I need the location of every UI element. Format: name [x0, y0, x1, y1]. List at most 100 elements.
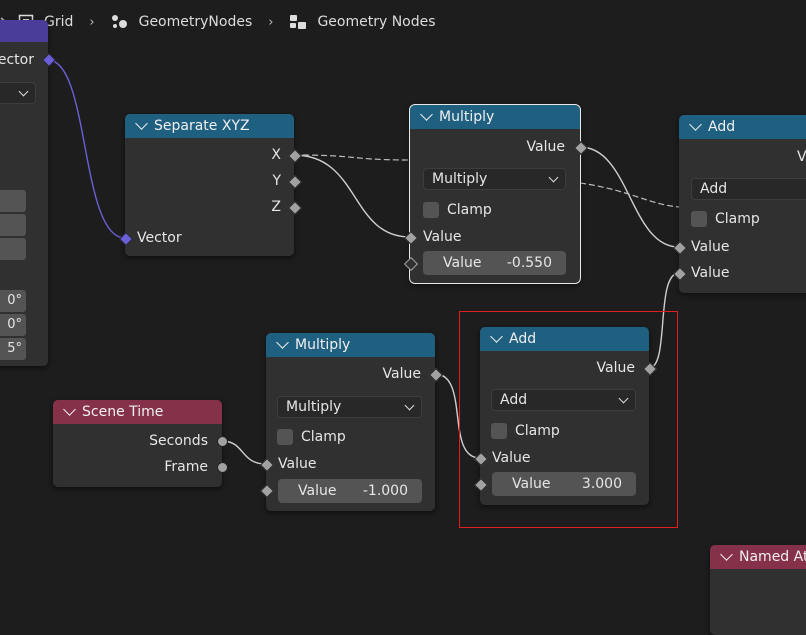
node-multiply-top[interactable]: Multiply Value Multiply Clamp Value Valu…: [403, 104, 589, 284]
node-links: [47, 59, 681, 465]
operation-dropdown[interactable]: Multiply: [277, 396, 422, 418]
chevron-right-icon: ›: [89, 14, 95, 30]
partial-node-left[interactable]: ector 0° 0° 5°: [0, 20, 57, 366]
clamp-label: Clamp: [447, 202, 492, 218]
operation-label: Add: [700, 181, 728, 197]
chevron-down-icon: [548, 172, 559, 182]
collapse-chevron-icon[interactable]: [135, 117, 148, 130]
partial-field-1[interactable]: [0, 190, 26, 212]
field-value: -1.000: [362, 483, 408, 499]
output-seconds-label: Seconds: [149, 433, 208, 449]
input-value-label: Value: [423, 229, 462, 245]
collapse-chevron-icon[interactable]: [276, 336, 289, 349]
output-x-label: X: [271, 147, 281, 163]
node-title: Named Att: [739, 549, 806, 565]
node-separate-xyz[interactable]: Separate XYZ X Y Z Vector: [118, 114, 303, 256]
operation-dropdown[interactable]: Multiply: [423, 168, 566, 190]
partial-dropdown[interactable]: [0, 82, 36, 104]
output-value-label: Value: [526, 139, 565, 155]
highlight-box: [459, 311, 678, 528]
vector-output-socket[interactable]: [41, 52, 57, 68]
node-header[interactable]: Named Att: [710, 545, 806, 569]
breadcrumb-item-modifier[interactable]: GeometryNodes: [111, 14, 253, 30]
node-title: Add: [708, 119, 736, 135]
link-dashed-through: [579, 182, 681, 208]
partial-field-2[interactable]: [0, 214, 26, 236]
output-value-socket[interactable]: [573, 140, 589, 156]
input-value-socket[interactable]: [259, 457, 275, 473]
node-add-top[interactable]: Add V Add Clamp Value Value: [672, 115, 806, 293]
output-frame-socket[interactable]: [217, 462, 228, 473]
output-value-socket[interactable]: [428, 367, 444, 383]
input-value2-socket[interactable]: [259, 483, 275, 499]
value-field[interactable]: Value -1.000: [278, 479, 422, 503]
operation-label: Multiply: [286, 399, 342, 415]
node-title: Multiply: [439, 109, 495, 125]
value-field[interactable]: Value -0.550: [423, 251, 566, 275]
checkbox-box[interactable]: [277, 429, 293, 445]
collapse-chevron-icon[interactable]: [420, 108, 433, 121]
input-vector-socket[interactable]: [118, 231, 134, 247]
rotation-field-z[interactable]: 5°: [0, 338, 26, 360]
checkbox-box[interactable]: [691, 211, 707, 227]
clamp-checkbox[interactable]: Clamp: [423, 200, 492, 220]
node-header[interactable]: Separate XYZ: [125, 114, 294, 138]
node-header[interactable]: Scene Time: [53, 400, 222, 424]
operation-dropdown[interactable]: Add: [691, 178, 806, 200]
link-x-to-multiply: [293, 154, 411, 238]
chevron-down-icon: [18, 86, 29, 96]
node-tree-icon: [290, 15, 307, 29]
input-value1-socket[interactable]: [672, 240, 688, 256]
field-label: Value: [443, 255, 482, 271]
input-value2-socket[interactable]: [403, 256, 419, 272]
output-y-socket[interactable]: [287, 174, 303, 190]
input-value2-socket[interactable]: [672, 266, 688, 282]
node-header[interactable]: Multiply: [266, 333, 435, 357]
output-value-label: V: [797, 149, 806, 165]
chevron-right-icon: ›: [268, 14, 274, 30]
input-value1-label: Value: [691, 239, 730, 255]
input-vector-label: Vector: [137, 230, 182, 246]
output-frame-label: Frame: [164, 459, 208, 475]
field-value: -0.550: [506, 255, 552, 271]
breadcrumb: Grid › GeometryNodes › Geometry Nodes: [0, 8, 436, 36]
collapse-chevron-icon[interactable]: [689, 118, 702, 131]
clamp-checkbox[interactable]: Clamp: [277, 427, 346, 447]
output-z-socket[interactable]: [287, 200, 303, 216]
collapse-chevron-icon[interactable]: [720, 548, 733, 561]
collapse-chevron-icon[interactable]: [63, 403, 76, 416]
clamp-label: Clamp: [715, 211, 760, 227]
node-multiply-bottom[interactable]: Multiply Value Multiply Clamp Value Valu…: [259, 333, 444, 511]
chevron-down-icon: [404, 400, 415, 410]
node-header: [0, 20, 48, 42]
socket-label: ector: [0, 52, 34, 68]
breadcrumb-label: Geometry Nodes: [317, 14, 436, 30]
input-value-label: Value: [278, 456, 317, 472]
checkbox-box[interactable]: [423, 202, 439, 218]
node-modifier-icon: [111, 15, 127, 28]
field-label: Value: [298, 483, 337, 499]
clamp-label: Clamp: [301, 429, 346, 445]
breadcrumb-label: GeometryNodes: [138, 14, 253, 30]
rotation-field-x[interactable]: 0°: [0, 290, 26, 312]
link-seconds-to-multiply: [221, 440, 267, 465]
node-header[interactable]: Add: [679, 115, 806, 139]
link-vector-to-separate: [47, 59, 126, 239]
output-y-label: Y: [272, 173, 281, 189]
node-title: Scene Time: [82, 404, 164, 420]
partial-field-3[interactable]: [0, 238, 26, 260]
clamp-checkbox[interactable]: Clamp: [691, 209, 760, 229]
output-seconds-socket[interactable]: [217, 436, 228, 447]
node-header[interactable]: Multiply: [410, 105, 580, 129]
breadcrumb-label: Grid: [44, 14, 74, 30]
output-value-label: Value: [382, 366, 421, 382]
node-scene-time[interactable]: Scene Time Seconds Frame: [53, 400, 228, 487]
output-z-label: Z: [271, 199, 281, 215]
node-title: Multiply: [295, 337, 351, 353]
output-x-socket[interactable]: [287, 148, 303, 164]
node-title: Separate XYZ: [154, 118, 250, 134]
rotation-field-y[interactable]: 0°: [0, 314, 26, 336]
input-value-socket[interactable]: [403, 230, 419, 246]
breadcrumb-item-node-tree[interactable]: Geometry Nodes: [289, 14, 436, 30]
link-x-to-add-dashed: [293, 154, 411, 161]
